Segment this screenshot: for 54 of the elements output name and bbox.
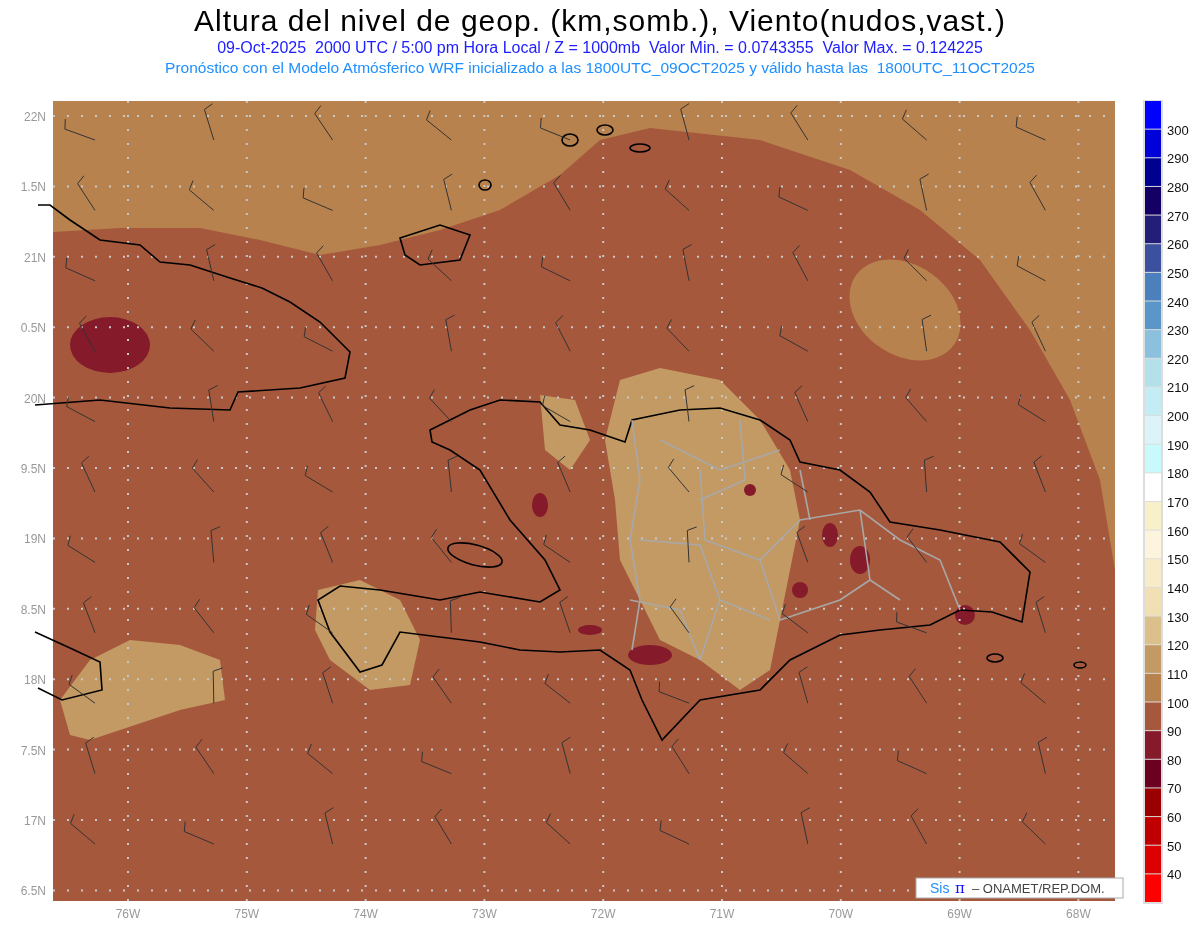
longitude-label: 69W [947,907,972,921]
latitude-label: 0.5N [20,321,46,336]
colorbar-label: 40 [1167,867,1182,883]
latitude-label: 7.5N [20,743,46,758]
colorbar-label: 210 [1167,380,1189,396]
credit-text: – ONAMET/REP.DOM. [972,881,1105,896]
colorbar-label: 80 [1167,752,1182,768]
longitude-label: 74W [353,907,378,921]
colorbar-label: 230 [1167,323,1189,339]
latitude-label: 19N [24,532,46,547]
colorbar-label: 290 [1167,151,1189,167]
longitude-label: 68W [1066,907,1091,921]
longitude-label: 72W [590,907,616,921]
latitude-label: 8.5N [20,602,46,617]
latitude-label: 6.5N [20,884,46,899]
longitude-label: 75W [234,907,260,921]
logo-text: Sis [930,880,950,896]
colorbar-label: 150 [1167,552,1189,568]
colorbar-label: 270 [1167,208,1189,224]
colorbar-label: 240 [1167,294,1189,310]
colorbar-label: 180 [1167,466,1189,482]
latitude-label: 1.5N [20,180,46,195]
latitude-label: 20N [24,391,46,406]
colorbar-label: 140 [1167,580,1189,596]
colorbar-label: 130 [1167,609,1189,625]
latitude-label: 22N [24,110,46,124]
chart-title: Altura del nivel de geop. (km,somb.), Viento(nudos,vast.) [194,4,1006,38]
colorbar-label: 50 [1167,838,1182,854]
longitude-label: 70W [828,907,854,921]
colorbar-label: 190 [1167,437,1189,453]
longitude-label: 71W [709,907,735,921]
latitude-label: 17N [24,814,46,828]
colorbar-label: 90 [1167,724,1182,740]
colorbar-label: 60 [1167,810,1182,826]
longitude-label: 73W [472,907,497,921]
colorbar-label: 260 [1167,237,1189,253]
model-description: Pronóstico con el Modelo Atmósferico WRF inicializado a las 1800UTC_09OCT2025 y válido hasta las 1800UTC_11OCT2025 [165,58,1035,78]
colorbar-label: 200 [1167,409,1189,425]
colorbar-label: 160 [1167,523,1189,539]
colorbar-label: 110 [1167,666,1188,682]
colorbar-label: 280 [1167,179,1189,195]
colorbar-label: 100 [1167,695,1189,711]
pi-symbol: π [955,879,965,897]
chart-subtitle: 09-Oct-2025 2000 UTC / 5:00 pm Hora Local / Z = 1000mb Valor Min. = 0.0743355 Valor Max. = 0.124225 [217,38,983,58]
colorbar-label: 70 [1167,781,1182,797]
longitude-label: 76W [115,907,141,921]
colorbar-label: 300 [1167,122,1189,138]
colorbar-label: 120 [1167,638,1189,654]
latitude-label: 18N [24,673,46,688]
colorbar-label: 220 [1167,351,1189,367]
colorbar-label: 170 [1167,495,1189,510]
latitude-label: 21N [24,250,46,265]
colorbar-label: 250 [1167,265,1189,281]
latitude-label: 9.5N [20,462,46,476]
